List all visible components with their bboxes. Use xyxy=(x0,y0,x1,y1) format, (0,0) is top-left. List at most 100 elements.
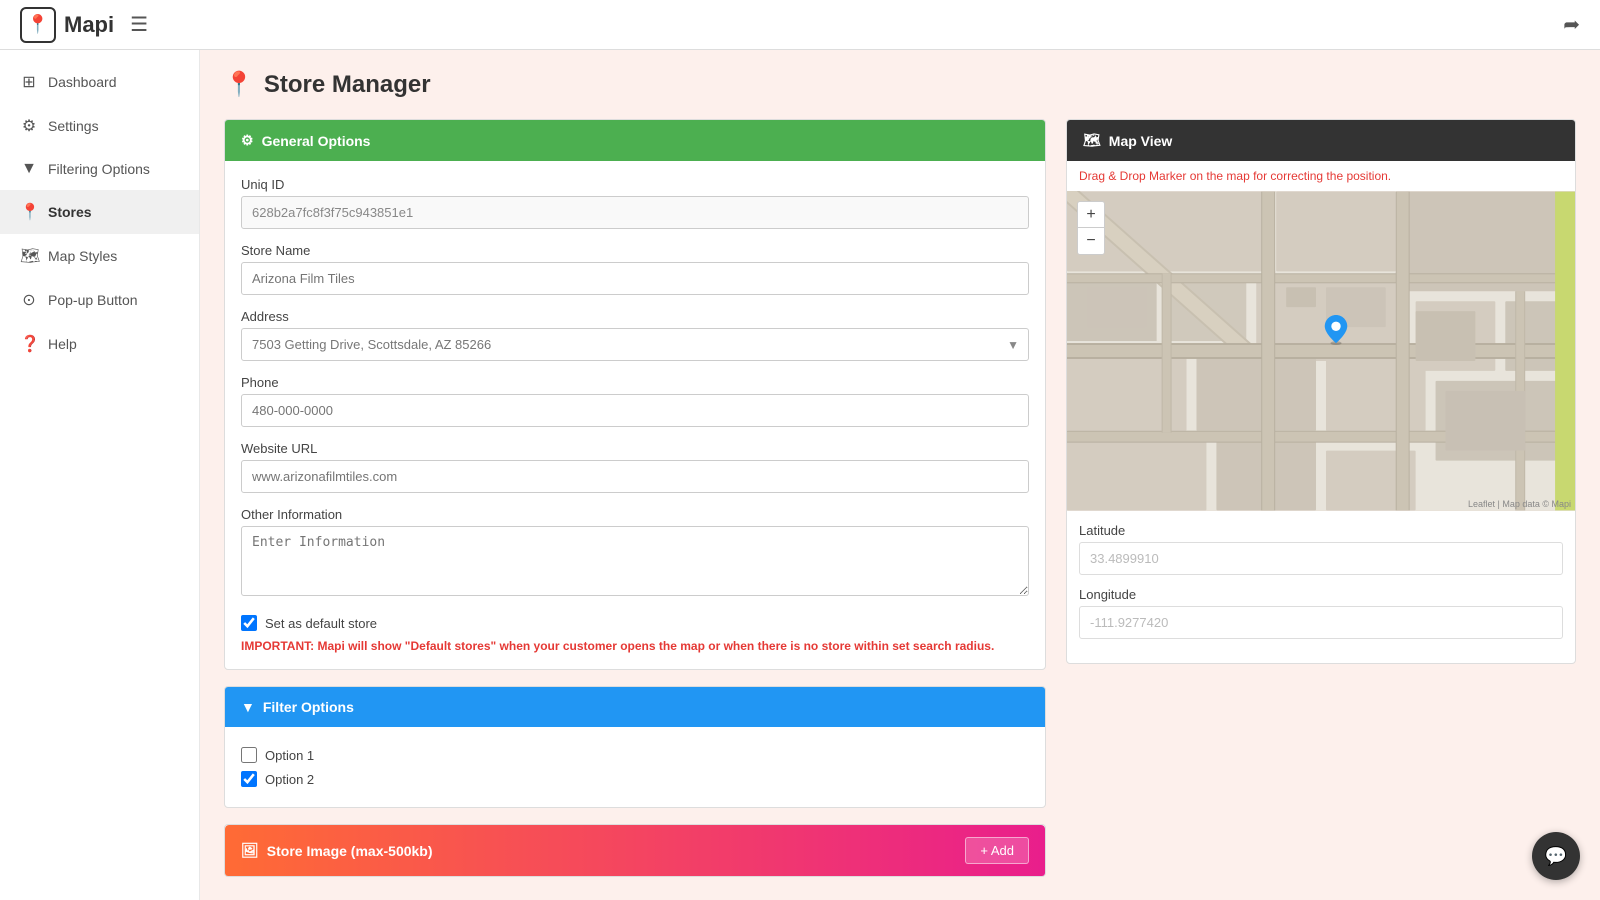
help-icon: ❓ xyxy=(20,334,38,354)
sidebar-item-label: Map Styles xyxy=(48,248,117,264)
sidebar-item-label: Dashboard xyxy=(48,74,117,90)
topnav-left: 📍 Mapi ☰ xyxy=(20,7,148,43)
other-info-label: Other Information xyxy=(241,507,1029,522)
sidebar-item-label: Filtering Options xyxy=(48,161,150,177)
store-image-card: 🖼 Store Image (max-500kb) + Add xyxy=(224,824,1046,877)
top-navigation: 📍 Mapi ☰ ➦ xyxy=(0,0,1600,50)
general-options-title: General Options xyxy=(262,133,371,149)
general-options-header: ⚙ General Options xyxy=(225,120,1045,161)
filter-checkbox-2[interactable] xyxy=(241,771,257,787)
main-content: 📍 Store Manager ⚙ General Options xyxy=(200,50,1600,900)
phone-label: Phone xyxy=(241,375,1029,390)
main-layout: ⊞ Dashboard ⚙ Settings ▼ Filtering Optio… xyxy=(0,50,1600,900)
page-title-text: Store Manager xyxy=(264,71,431,99)
map-drag-hint: Drag & Drop Marker on the map for correc… xyxy=(1067,161,1575,191)
logo-icon: 📍 xyxy=(20,7,56,43)
map-marker[interactable] xyxy=(1324,315,1348,345)
sidebar-item-label: Settings xyxy=(48,118,99,134)
filter-label-1: Option 1 xyxy=(265,748,314,763)
filter-icon: ▼ xyxy=(20,160,38,178)
important-message: Mapi will show "Default stores" when you… xyxy=(317,639,994,653)
filter-icon: ▼ xyxy=(241,699,255,715)
general-options-body: Uniq ID Store Name Address xyxy=(225,161,1045,669)
logout-button[interactable]: ➦ xyxy=(1563,12,1580,37)
sidebar-item-settings[interactable]: ⚙ Settings xyxy=(0,104,199,148)
other-info-group: Other Information xyxy=(241,507,1029,601)
default-store-label: Set as default store xyxy=(265,616,377,631)
phone-group: Phone xyxy=(241,375,1029,427)
sidebar-item-popup-button[interactable]: ⊙ Pop-up Button xyxy=(0,278,199,322)
longitude-input[interactable] xyxy=(1079,606,1563,639)
uniq-id-label: Uniq ID xyxy=(241,177,1029,192)
filter-option-2: Option 2 xyxy=(241,767,1029,791)
phone-input[interactable] xyxy=(241,394,1029,427)
filter-checkbox-1[interactable] xyxy=(241,747,257,763)
filter-options-header: ▼ Filter Options xyxy=(225,687,1045,727)
store-image-title-text: Store Image (max-500kb) xyxy=(267,843,433,859)
chat-bubble[interactable]: 💬 xyxy=(1532,832,1580,880)
left-column: ⚙ General Options Uniq ID Store Name xyxy=(224,119,1046,877)
right-column: 🗺 Map View Drag & Drop Marker on the map… xyxy=(1066,119,1576,877)
store-name-group: Store Name xyxy=(241,243,1029,295)
zoom-in-button[interactable]: + xyxy=(1078,202,1104,228)
store-name-input[interactable] xyxy=(241,262,1029,295)
store-name-label: Store Name xyxy=(241,243,1029,258)
popup-icon: ⊙ xyxy=(20,290,38,310)
address-wrapper: 7503 Getting Drive, Scottsdale, AZ 85266… xyxy=(241,328,1029,361)
latitude-group: Latitude xyxy=(1079,523,1563,575)
hamburger-menu[interactable]: ☰ xyxy=(130,12,148,37)
sidebar-item-label: Help xyxy=(48,336,77,352)
filter-option-1: Option 1 xyxy=(241,743,1029,767)
other-info-textarea[interactable] xyxy=(241,526,1029,596)
map-card: 🗺 Map View Drag & Drop Marker on the map… xyxy=(1066,119,1576,664)
sidebar-item-stores[interactable]: 📍 Stores xyxy=(0,190,199,234)
map-header-title: Map View xyxy=(1109,133,1173,149)
app-logo: 📍 Mapi xyxy=(20,7,114,43)
default-store-row: Set as default store xyxy=(241,615,1029,631)
marker-svg xyxy=(1324,315,1348,345)
image-icon: 🖼 xyxy=(241,842,259,859)
filter-options-card: ▼ Filter Options Option 1 Option 2 xyxy=(224,686,1046,808)
map-icon: 🗺 xyxy=(1083,132,1101,149)
map-attribution: Leaflet | Map data © Mapi xyxy=(1468,499,1571,509)
sidebar-item-help[interactable]: ❓ Help xyxy=(0,322,199,366)
page-title-icon: 📍 xyxy=(224,70,254,99)
map-footer: Latitude Longitude xyxy=(1067,511,1575,663)
latitude-input[interactable] xyxy=(1079,542,1563,575)
longitude-group: Longitude xyxy=(1079,587,1563,639)
sidebar-item-dashboard[interactable]: ⊞ Dashboard xyxy=(0,60,199,104)
uniq-id-input[interactable] xyxy=(241,196,1029,229)
sidebar: ⊞ Dashboard ⚙ Settings ▼ Filtering Optio… xyxy=(0,50,200,900)
page-title: 📍 Store Manager xyxy=(224,70,1576,99)
filter-options-body: Option 1 Option 2 xyxy=(225,727,1045,807)
filter-options-title: Filter Options xyxy=(263,699,354,715)
sidebar-item-map-styles[interactable]: 🗺 Map Styles xyxy=(0,234,199,278)
longitude-label: Longitude xyxy=(1079,587,1563,602)
gear-icon: ⚙ xyxy=(241,132,254,149)
map-zoom-controls: + − xyxy=(1077,201,1105,255)
dashboard-icon: ⊞ xyxy=(20,72,38,92)
sidebar-item-label: Pop-up Button xyxy=(48,292,138,308)
general-options-card: ⚙ General Options Uniq ID Store Name xyxy=(224,119,1046,670)
settings-icon: ⚙ xyxy=(20,116,38,136)
filter-label-2: Option 2 xyxy=(265,772,314,787)
website-group: Website URL xyxy=(241,441,1029,493)
sidebar-item-label: Stores xyxy=(48,204,92,220)
important-notice: IMPORTANT: Mapi will show "Default store… xyxy=(241,639,1029,653)
default-store-checkbox[interactable] xyxy=(241,615,257,631)
map-container[interactable]: + − xyxy=(1067,191,1575,511)
sidebar-item-filtering[interactable]: ▼ Filtering Options xyxy=(0,148,199,190)
address-select[interactable]: 7503 Getting Drive, Scottsdale, AZ 85266 xyxy=(241,328,1029,361)
map-styles-icon: 🗺 xyxy=(20,246,38,266)
website-input[interactable] xyxy=(241,460,1029,493)
app-name: Mapi xyxy=(64,12,114,38)
latitude-label: Latitude xyxy=(1079,523,1563,538)
stores-icon: 📍 xyxy=(20,202,38,222)
zoom-out-button[interactable]: − xyxy=(1078,228,1104,254)
content-grid: ⚙ General Options Uniq ID Store Name xyxy=(224,119,1576,877)
uniq-id-group: Uniq ID xyxy=(241,177,1029,229)
website-label: Website URL xyxy=(241,441,1029,456)
add-image-button[interactable]: + Add xyxy=(965,837,1029,864)
map-header: 🗺 Map View xyxy=(1067,120,1575,161)
address-group: Address 7503 Getting Drive, Scottsdale, … xyxy=(241,309,1029,361)
